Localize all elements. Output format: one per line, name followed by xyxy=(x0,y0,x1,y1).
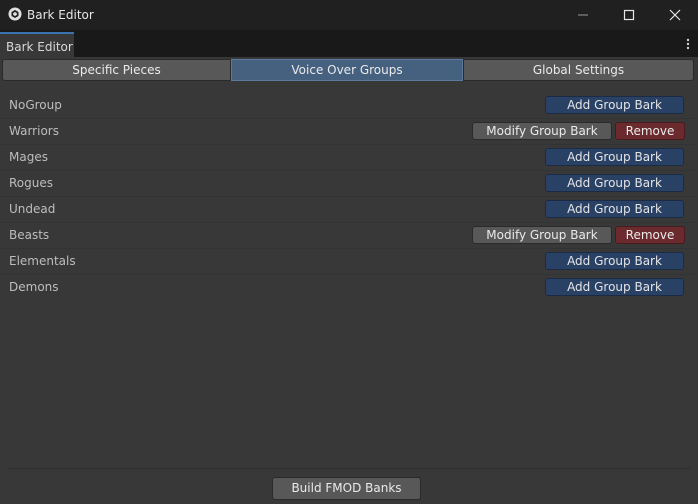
group-row-undead: Undead Add Group Bark xyxy=(0,197,698,223)
modify-group-bark-button[interactable]: Modify Group Bark xyxy=(472,122,612,140)
add-group-bark-button[interactable]: Add Group Bark xyxy=(545,148,684,166)
minimize-icon xyxy=(578,14,588,16)
group-row-beasts: Beasts Modify Group Bark Remove xyxy=(0,223,698,249)
tab-voice-over-groups[interactable]: Voice Over Groups xyxy=(231,59,463,81)
more-vertical-icon[interactable] xyxy=(686,38,690,50)
add-group-bark-button[interactable]: Add Group Bark xyxy=(545,96,684,114)
minimize-button[interactable] xyxy=(560,0,606,30)
modify-group-bark-button[interactable]: Modify Group Bark xyxy=(472,226,612,244)
group-row-rogues: Rogues Add Group Bark xyxy=(0,171,698,197)
add-group-bark-button[interactable]: Add Group Bark xyxy=(545,200,684,218)
group-row-mages: Mages Add Group Bark xyxy=(0,145,698,171)
unity-cube-icon xyxy=(8,7,22,21)
remove-button[interactable]: Remove xyxy=(615,226,685,244)
close-button[interactable] xyxy=(652,0,698,30)
group-row-demons: Demons Add Group Bark xyxy=(0,275,698,301)
add-group-bark-button[interactable]: Add Group Bark xyxy=(545,174,684,192)
title-bar: Bark Editor xyxy=(0,0,698,30)
group-name: Mages xyxy=(9,150,48,164)
group-name: Elementals xyxy=(9,254,76,268)
tab-specific-pieces[interactable]: Specific Pieces xyxy=(2,59,231,81)
add-group-bark-button[interactable]: Add Group Bark xyxy=(545,278,684,296)
group-row-nogroup: NoGroup Add Group Bark xyxy=(0,93,698,119)
remove-button[interactable]: Remove xyxy=(615,122,685,140)
group-row-elementals: Elementals Add Group Bark xyxy=(0,249,698,275)
window-title: Bark Editor xyxy=(27,8,94,22)
group-name: Beasts xyxy=(9,228,50,242)
group-name: Demons xyxy=(9,280,59,294)
group-name: Rogues xyxy=(9,176,53,190)
editor-tab[interactable]: Bark Editor xyxy=(0,32,74,57)
maximize-icon xyxy=(623,9,635,21)
close-icon xyxy=(669,9,681,21)
maximize-button[interactable] xyxy=(606,0,652,30)
group-name: NoGroup xyxy=(9,98,62,112)
add-group-bark-button[interactable]: Add Group Bark xyxy=(545,252,684,270)
editor-tab-bar: Bark Editor xyxy=(0,30,698,57)
footer-divider xyxy=(8,468,690,469)
build-fmod-banks-button[interactable]: Build FMOD Banks xyxy=(272,477,421,500)
group-name: Undead xyxy=(9,202,56,216)
group-row-warriors: Warriors Modify Group Bark Remove xyxy=(0,119,698,145)
tab-global-settings[interactable]: Global Settings xyxy=(463,59,694,81)
group-name: Warriors xyxy=(9,124,59,138)
